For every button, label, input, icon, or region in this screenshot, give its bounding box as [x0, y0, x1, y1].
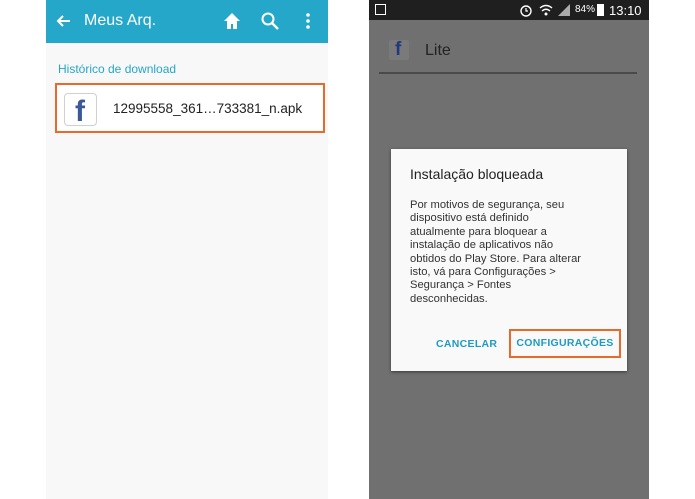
- divider: [379, 72, 637, 74]
- wifi-icon: [539, 4, 553, 16]
- facebook-icon: f: [64, 93, 97, 126]
- app-title: Meus Arq.: [84, 12, 157, 29]
- battery-icon: [597, 4, 604, 16]
- app-name: Lite: [425, 42, 451, 59]
- download-history-label: Histórico de download: [58, 62, 177, 76]
- dialog-message: Por motivos de segurança, seu dispositiv…: [410, 199, 582, 305]
- dialog-title: Instalação bloqueada: [410, 166, 544, 182]
- file-name: 12995558_361…733381_n.apk: [113, 101, 303, 116]
- app-bar: Meus Arq.: [46, 0, 328, 43]
- status-bar: 84% 13:10: [369, 0, 649, 20]
- clock: 13:10: [609, 3, 642, 18]
- cancel-button[interactable]: CANCELAR: [436, 338, 497, 350]
- settings-button[interactable]: CONFIGURAÇÕES: [509, 329, 621, 358]
- signal-icon: [558, 4, 570, 16]
- gallery-notification-icon: [375, 4, 386, 15]
- more-options-icon[interactable]: [300, 11, 316, 31]
- alarm-icon: [520, 5, 532, 17]
- search-icon[interactable]: [260, 11, 280, 31]
- installer-screen: 84% 13:10 f Lite Instalação bloqueada Po…: [369, 0, 649, 499]
- home-icon[interactable]: [222, 11, 242, 31]
- battery-percent: 84%: [575, 4, 596, 15]
- install-blocked-dialog: Instalação bloqueada Por motivos de segu…: [391, 149, 627, 371]
- apk-file-item[interactable]: f 12995558_361…733381_n.apk: [55, 83, 325, 133]
- facebook-lite-icon: f: [389, 40, 409, 60]
- file-manager-screen: Meus Arq. Histórico de download f 129955…: [46, 0, 328, 499]
- back-arrow-icon[interactable]: [54, 11, 74, 31]
